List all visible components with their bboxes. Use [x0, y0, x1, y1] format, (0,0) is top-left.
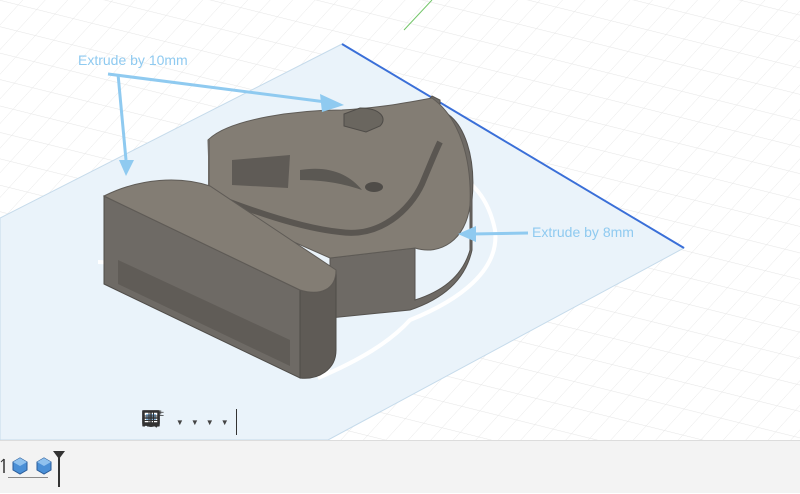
arrow-to-head — [471, 231, 529, 236]
viewports-button[interactable]: ▼ — [142, 409, 231, 435]
eye-engraving — [365, 182, 383, 192]
annotation-extrude-8mm: Extrude by 8mm — [532, 224, 634, 240]
timeline-track — [8, 477, 48, 478]
fit-button[interactable]: ▼ — [142, 409, 186, 435]
navigation-toolbar: ▼ ± ▼ ▼ ▼ ▼ — [140, 408, 237, 436]
chevron-down-icon[interactable]: ▼ — [206, 418, 214, 427]
extrude-feature-icon — [36, 457, 52, 475]
chevron-down-icon[interactable]: ▼ — [221, 418, 229, 427]
timeline-feature-partial-icon — [0, 458, 5, 473]
timeline-marker[interactable] — [52, 449, 66, 494]
head-notch — [232, 155, 290, 188]
viewports-icon — [142, 410, 160, 426]
timeline-bar — [0, 440, 800, 493]
grid-settings-button[interactable]: ▼ — [143, 409, 216, 435]
toolbar-divider — [235, 409, 237, 435]
zoom-button[interactable]: ± — [143, 409, 171, 435]
3d-viewport[interactable]: Extrude by 10mm Extrude by 8mm ▼ ± ▼ ▼ ▼ — [0, 0, 800, 440]
display-settings-button[interactable]: ▼ — [142, 409, 201, 435]
chevron-down-icon[interactable]: ▼ — [176, 418, 184, 427]
chevron-down-icon[interactable]: ▼ — [191, 418, 199, 427]
extrude-feature-icon — [12, 457, 28, 475]
timeline-marker-icon — [53, 451, 65, 487]
timeline-feature-extrude-1[interactable] — [0, 457, 8, 480]
annotation-extrude-10mm: Extrude by 10mm — [78, 52, 188, 68]
